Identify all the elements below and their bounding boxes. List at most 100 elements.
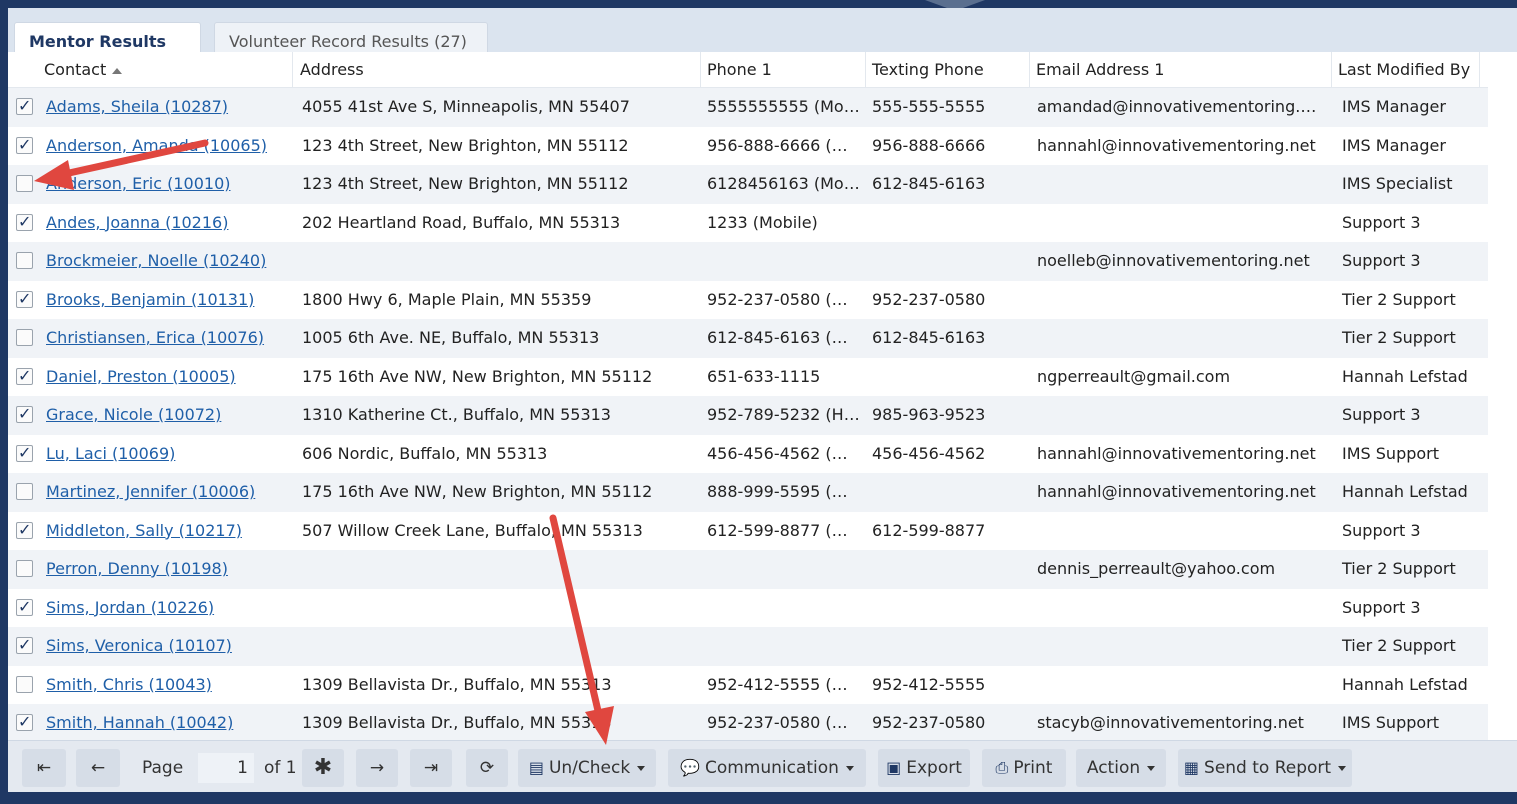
table-row[interactable]: Christiansen, Erica (10076) 1005 6th Ave.… bbox=[8, 319, 1488, 358]
table-row[interactable]: Lu, Laci (10069) 606 Nordic, Buffalo, MN … bbox=[8, 434, 1488, 474]
action-button[interactable]: Action bbox=[1076, 749, 1166, 787]
last-modified-cell: Support 3 bbox=[1342, 405, 1421, 424]
collapse-handle-icon[interactable] bbox=[925, 0, 985, 8]
row-checkbox[interactable] bbox=[16, 404, 33, 423]
grid-header: Contact Address Phone 1 Texting Phone Em… bbox=[8, 52, 1488, 88]
contact-cell[interactable]: Sims, Jordan (10226) bbox=[40, 589, 293, 628]
phone-cell: 956-888-6666 (… bbox=[707, 135, 848, 155]
row-checkbox[interactable] bbox=[16, 560, 33, 577]
table-row[interactable]: Anderson, Amanda (10065) 123 4th Street, … bbox=[8, 126, 1488, 166]
address-cell: 4055 41st Ave S, Minneapolis, MN 55407 bbox=[302, 97, 630, 116]
page-number-input[interactable] bbox=[198, 753, 254, 783]
table-row[interactable]: Smith, Chris (10043) 1309 Bellavista Dr.,… bbox=[8, 665, 1488, 705]
table-row[interactable]: Daniel, Preston (10005) 175 16th Ave NW, … bbox=[8, 357, 1488, 397]
address-cell: 1005 6th Ave. NE, Buffalo, MN 55313 bbox=[302, 328, 600, 347]
email-cell: dennis_perreault@yahoo.com bbox=[1037, 559, 1276, 578]
last-modified-cell: Support 3 bbox=[1342, 520, 1421, 540]
contact-cell[interactable]: Middleton, Sally (10217) bbox=[40, 512, 293, 551]
table-row[interactable]: Andes, Joanna (10216) 202 Heartland Road,… bbox=[8, 203, 1488, 243]
texting-phone-cell: 952-237-0580 bbox=[872, 289, 986, 309]
table-row[interactable]: Brooks, Benjamin (10131) 1800 Hwy 6, Mapl… bbox=[8, 280, 1488, 320]
uncheck-button[interactable]: ▤ Un/Check bbox=[518, 749, 656, 787]
contact-cell[interactable]: Brockmeier, Noelle (10240) bbox=[40, 242, 293, 281]
row-checkbox[interactable] bbox=[16, 712, 33, 731]
last-modified-cell: IMS Manager bbox=[1342, 97, 1446, 116]
address-cell: 606 Nordic, Buffalo, MN 55313 bbox=[302, 443, 548, 463]
page-count-label: of 1 bbox=[264, 758, 297, 778]
prev-page-button[interactable]: ← bbox=[76, 749, 120, 787]
row-checkbox[interactable] bbox=[16, 135, 33, 154]
refresh-button[interactable]: ⟳ bbox=[466, 749, 508, 787]
email-cell bbox=[1031, 589, 1329, 628]
report-file-icon: ▦ bbox=[1183, 758, 1200, 777]
contact-cell[interactable]: Brooks, Benjamin (10131) bbox=[40, 281, 293, 320]
table-row[interactable]: Sims, Jordan (10226) Support 3 bbox=[8, 588, 1488, 628]
table-row[interactable]: Sims, Veronica (10107) Tier 2 Support bbox=[8, 627, 1488, 666]
row-checkbox[interactable] bbox=[16, 175, 33, 192]
table-row[interactable]: Brockmeier, Noelle (10240) noelleb@innova… bbox=[8, 242, 1488, 281]
last-modified-cell: IMS Support bbox=[1342, 443, 1440, 463]
list-check-icon: ▤ bbox=[528, 758, 544, 777]
contact-cell[interactable]: Perron, Denny (10198) bbox=[40, 550, 293, 589]
row-checkbox[interactable] bbox=[16, 520, 33, 539]
contact-cell[interactable]: Christiansen, Erica (10076) bbox=[40, 319, 293, 358]
texting-phone-cell bbox=[866, 242, 1030, 281]
export-button[interactable]: ▣ Export bbox=[878, 749, 970, 787]
email-cell bbox=[1031, 627, 1329, 666]
contact-cell[interactable]: Anderson, Amanda (10065) bbox=[40, 127, 293, 166]
row-checkbox[interactable] bbox=[16, 443, 33, 462]
row-checkbox[interactable] bbox=[16, 635, 33, 654]
row-checkbox[interactable] bbox=[16, 96, 33, 115]
row-checkbox[interactable] bbox=[16, 675, 33, 693]
email-cell bbox=[1031, 281, 1329, 320]
column-header-email[interactable]: Email Address 1 bbox=[1030, 52, 1332, 88]
row-checkbox[interactable] bbox=[16, 289, 33, 308]
contact-cell[interactable]: Andes, Joanna (10216) bbox=[40, 204, 293, 243]
contact-cell[interactable]: Adams, Sheila (10287) bbox=[40, 88, 293, 127]
table-row[interactable]: Martinez, Jennifer (10006) 175 16th Ave N… bbox=[8, 473, 1488, 512]
address-cell bbox=[296, 627, 701, 666]
contact-cell[interactable]: Martinez, Jennifer (10006) bbox=[40, 473, 293, 512]
row-checkbox[interactable] bbox=[16, 212, 33, 231]
email-cell: amandad@innovativementoring.… bbox=[1037, 97, 1317, 116]
email-cell: hannahl@innovativementoring.net bbox=[1037, 135, 1316, 155]
contact-cell[interactable]: Daniel, Preston (10005) bbox=[40, 358, 293, 397]
row-checkbox[interactable] bbox=[16, 366, 33, 385]
table-row[interactable]: Grace, Nicole (10072) 1310 Katherine Ct.,… bbox=[8, 396, 1488, 435]
contact-cell[interactable]: Lu, Laci (10069) bbox=[40, 435, 293, 474]
column-header-last-modified[interactable]: Last Modified By bbox=[1332, 52, 1480, 88]
next-page-button[interactable]: → bbox=[356, 749, 398, 787]
phone-cell: 612-845-6163 (M… bbox=[707, 328, 861, 347]
column-header-phone[interactable]: Phone 1 bbox=[701, 52, 866, 88]
row-checkbox[interactable] bbox=[16, 483, 33, 500]
table-row[interactable]: Middleton, Sally (10217) 507 Willow Creek… bbox=[8, 511, 1488, 551]
table-row[interactable]: Anderson, Eric (10010) 123 4th Street, Ne… bbox=[8, 165, 1488, 204]
last-modified-cell: Tier 2 Support bbox=[1342, 289, 1456, 309]
table-row[interactable]: Perron, Denny (10198) dennis_perreault@ya… bbox=[8, 550, 1488, 589]
send-to-report-button[interactable]: ▦ Send to Report bbox=[1178, 749, 1352, 787]
last-page-button[interactable]: ⇥ bbox=[410, 749, 452, 787]
phone-cell: 1233 (Mobile) bbox=[707, 212, 818, 232]
contact-cell[interactable]: Grace, Nicole (10072) bbox=[40, 396, 293, 435]
contact-cell[interactable]: Smith, Chris (10043) bbox=[40, 666, 293, 705]
texting-phone-cell: 612-599-8877 bbox=[872, 520, 986, 540]
contact-cell[interactable]: Smith, Hannah (10042) bbox=[40, 704, 293, 740]
phone-cell: 456-456-4562 (… bbox=[707, 443, 848, 463]
page-size-button[interactable]: ✱ bbox=[302, 749, 344, 787]
last-modified-cell: IMS Support bbox=[1342, 713, 1440, 732]
row-checkbox[interactable] bbox=[16, 329, 33, 346]
table-row[interactable]: Adams, Sheila (10287) 4055 41st Ave S, Mi… bbox=[8, 88, 1488, 127]
contact-cell[interactable]: Sims, Veronica (10107) bbox=[40, 627, 293, 666]
column-header-contact[interactable]: Contact bbox=[38, 52, 293, 88]
column-header-address[interactable]: Address bbox=[294, 52, 701, 88]
phone-cell bbox=[701, 627, 861, 666]
contact-cell[interactable]: Anderson, Eric (10010) bbox=[40, 165, 293, 204]
first-page-button[interactable]: ⇤ bbox=[22, 749, 66, 787]
communication-button[interactable]: 💬 Communication bbox=[668, 749, 866, 787]
row-checkbox[interactable] bbox=[16, 597, 33, 616]
row-checkbox[interactable] bbox=[16, 252, 33, 269]
print-button[interactable]: ⎙ Print bbox=[982, 749, 1066, 787]
column-header-texting-phone[interactable]: Texting Phone bbox=[866, 52, 1030, 88]
table-row[interactable]: Smith, Hannah (10042) 1309 Bellavista Dr.… bbox=[8, 704, 1488, 740]
texting-phone-cell: 612-845-6163 bbox=[872, 174, 986, 193]
